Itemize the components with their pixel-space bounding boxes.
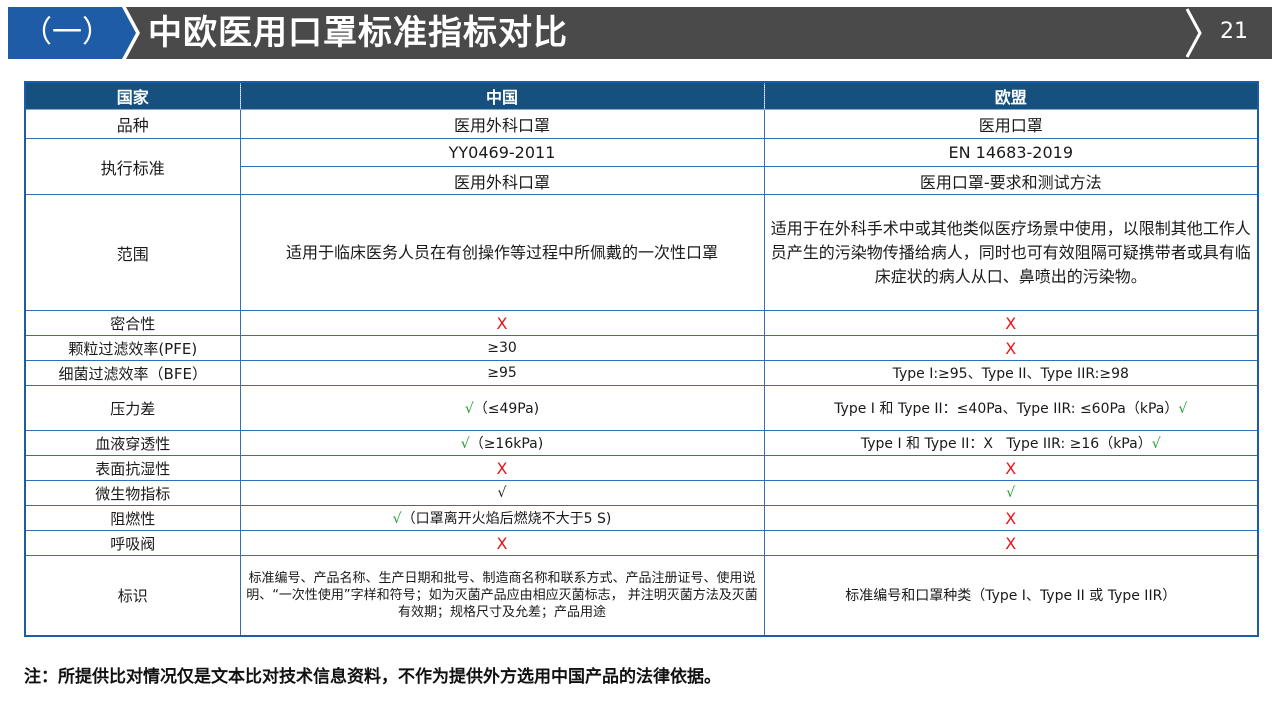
table-header-row: 国家 中国 欧盟 — [24, 81, 1259, 110]
cell-text: （≤49Pa) — [473, 401, 540, 417]
chevron-right-icon — [118, 7, 140, 59]
table-row: 执行标准 YY0469-2011 EN 14683-2019 — [24, 138, 1259, 195]
cell-china: YY0469-2011 — [239, 138, 765, 167]
cell-eu: X — [763, 455, 1259, 481]
cell-eu: X — [763, 310, 1259, 336]
table-row: 压力差 √（≤49Pa) Type I 和 Type II：≤40Pa、Type… — [24, 385, 1259, 431]
table-row: 颗粒过滤效率(PFE) ≥30 X — [24, 335, 1259, 361]
table-row: 品种 医用外科口罩 医用口罩 — [24, 109, 1259, 139]
cell-china: √（≥16kPa) — [239, 430, 765, 456]
cell-eu: Type I 和 Type II：≤40Pa、Type IIR: ≤60Pa（k… — [763, 385, 1259, 431]
table-row: 呼吸阀 X X — [24, 530, 1259, 556]
table-row: 表面抗湿性 X X — [24, 455, 1259, 481]
table-row: 标识 标准编号、产品名称、生产日期和批号、制造商名称和联系方式、产品注册证号、使… — [24, 555, 1259, 636]
cell-china: √（≤49Pa) — [239, 385, 765, 431]
cell-china: √ — [239, 480, 765, 506]
col-header-country: 国家 — [24, 81, 241, 110]
col-header-eu: 欧盟 — [763, 81, 1259, 110]
row-label: 颗粒过滤效率(PFE) — [24, 335, 241, 361]
comparison-table: 国家 中国 欧盟 品种 医用外科口罩 医用口罩 执行标准 YY0469-2011… — [24, 81, 1259, 637]
cell-china: 适用于临床医务人员在有创操作等过程中所佩戴的一次性口罩 — [239, 194, 765, 311]
check-mark: √ — [1151, 436, 1161, 452]
cell-text: Type I 和 Type II：≤40Pa、Type IIR: ≤60Pa（k… — [834, 401, 1179, 417]
cell-eu: Type I:≥95、Type II、Type IIR:≥98 — [763, 360, 1259, 386]
slide-header: （一） 中欧医用口罩标准指标对比 21 — [0, 7, 1280, 59]
cell-eu: Type I 和 Type II：X Type IIR: ≥16（kPa）√ — [763, 430, 1259, 456]
page-title: 中欧医用口罩标准指标对比 — [148, 13, 568, 53]
cell-eu: 标准编号和口罩种类（Type I、Type II 或 Type IIR） — [763, 555, 1259, 636]
cell-eu: 适用于在外科手术中或其他类似医疗场景中使用，以限制其他工作人员产生的污染物传播给… — [763, 194, 1259, 311]
cell-china: √（口罩离开火焰后燃烧不大于5 S) — [239, 505, 765, 531]
cell-eu: 医用口罩 — [763, 109, 1259, 139]
cell-eu: EN 14683-2019 — [763, 138, 1259, 167]
row-label: 微生物指标 — [24, 480, 241, 506]
table-row: 细菌过滤效率（BFE） ≥95 Type I:≥95、Type II、Type … — [24, 360, 1259, 386]
cell-china: ≥95 — [239, 360, 765, 386]
cell-text: （≥16kPa) — [469, 436, 544, 452]
cell-text: （口罩离开火焰后燃烧不大于5 S) — [401, 511, 612, 527]
cell-china: 标准编号、产品名称、生产日期和批号、制造商名称和联系方式、产品注册证号、使用说明… — [239, 555, 765, 636]
cell-eu: X — [763, 505, 1259, 531]
cell-china: X — [239, 455, 765, 481]
cell-china: ≥30 — [239, 335, 765, 361]
disclaimer-note: 注：所提供比对情况仅是文本比对技术信息资料，不作为提供外方选用中国产品的法律依据… — [24, 667, 721, 687]
section-number: （一） — [22, 15, 112, 50]
row-label: 血液穿透性 — [24, 430, 241, 456]
cell-china: X — [239, 310, 765, 336]
check-mark: √ — [460, 436, 470, 452]
cell-china: X — [239, 530, 765, 556]
cell-eu: X — [763, 335, 1259, 361]
cell-eu: 医用口罩-要求和测试方法 — [763, 166, 1259, 195]
row-label: 压力差 — [24, 385, 241, 431]
table-row: 范围 适用于临床医务人员在有创操作等过程中所佩戴的一次性口罩 适用于在外科手术中… — [24, 194, 1259, 311]
cell-china: 医用外科口罩 — [239, 166, 765, 195]
row-label: 品种 — [24, 109, 241, 139]
check-mark: √ — [464, 401, 474, 417]
chevron-right-icon — [1185, 8, 1202, 58]
check-mark: √ — [1178, 401, 1188, 417]
section-number-block: （一） — [8, 7, 126, 59]
table-row: 微生物指标 √ √ — [24, 480, 1259, 506]
table-row: 阻燃性 √（口罩离开火焰后燃烧不大于5 S) X — [24, 505, 1259, 531]
table-row: 密合性 X X — [24, 310, 1259, 336]
cell-text: Type I 和 Type II：X Type IIR: ≥16（kPa） — [860, 436, 1152, 452]
row-label: 范围 — [24, 194, 241, 311]
table-row: 血液穿透性 √（≥16kPa) Type I 和 Type II：X Type … — [24, 430, 1259, 456]
cell-eu: X — [763, 530, 1259, 556]
row-label: 细菌过滤效率（BFE） — [24, 360, 241, 386]
row-label: 表面抗湿性 — [24, 455, 241, 481]
cell-china: 医用外科口罩 — [239, 109, 765, 139]
row-label: 标识 — [24, 555, 241, 636]
row-label: 呼吸阀 — [24, 530, 241, 556]
row-label: 密合性 — [24, 310, 241, 336]
check-mark: √ — [392, 511, 402, 527]
col-header-china: 中国 — [239, 81, 765, 110]
page-number: 21 — [1220, 19, 1248, 44]
row-label: 执行标准 — [24, 138, 241, 195]
cell-eu: √ — [763, 480, 1259, 506]
row-label: 阻燃性 — [24, 505, 241, 531]
